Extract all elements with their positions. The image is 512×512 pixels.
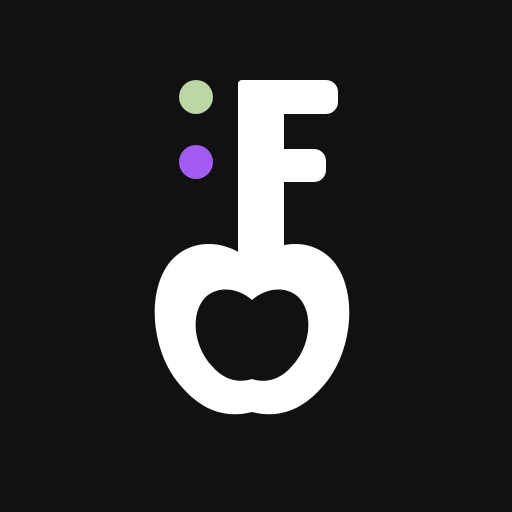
green-dot-icon — [179, 80, 213, 114]
f-middle-bar — [238, 149, 326, 182]
app-icon-canvas — [0, 0, 512, 512]
key-apple-logo-icon — [0, 0, 512, 512]
purple-dot-icon — [179, 145, 213, 179]
f-top-bar — [238, 80, 338, 114]
apple-key-bow — [154, 244, 350, 415]
